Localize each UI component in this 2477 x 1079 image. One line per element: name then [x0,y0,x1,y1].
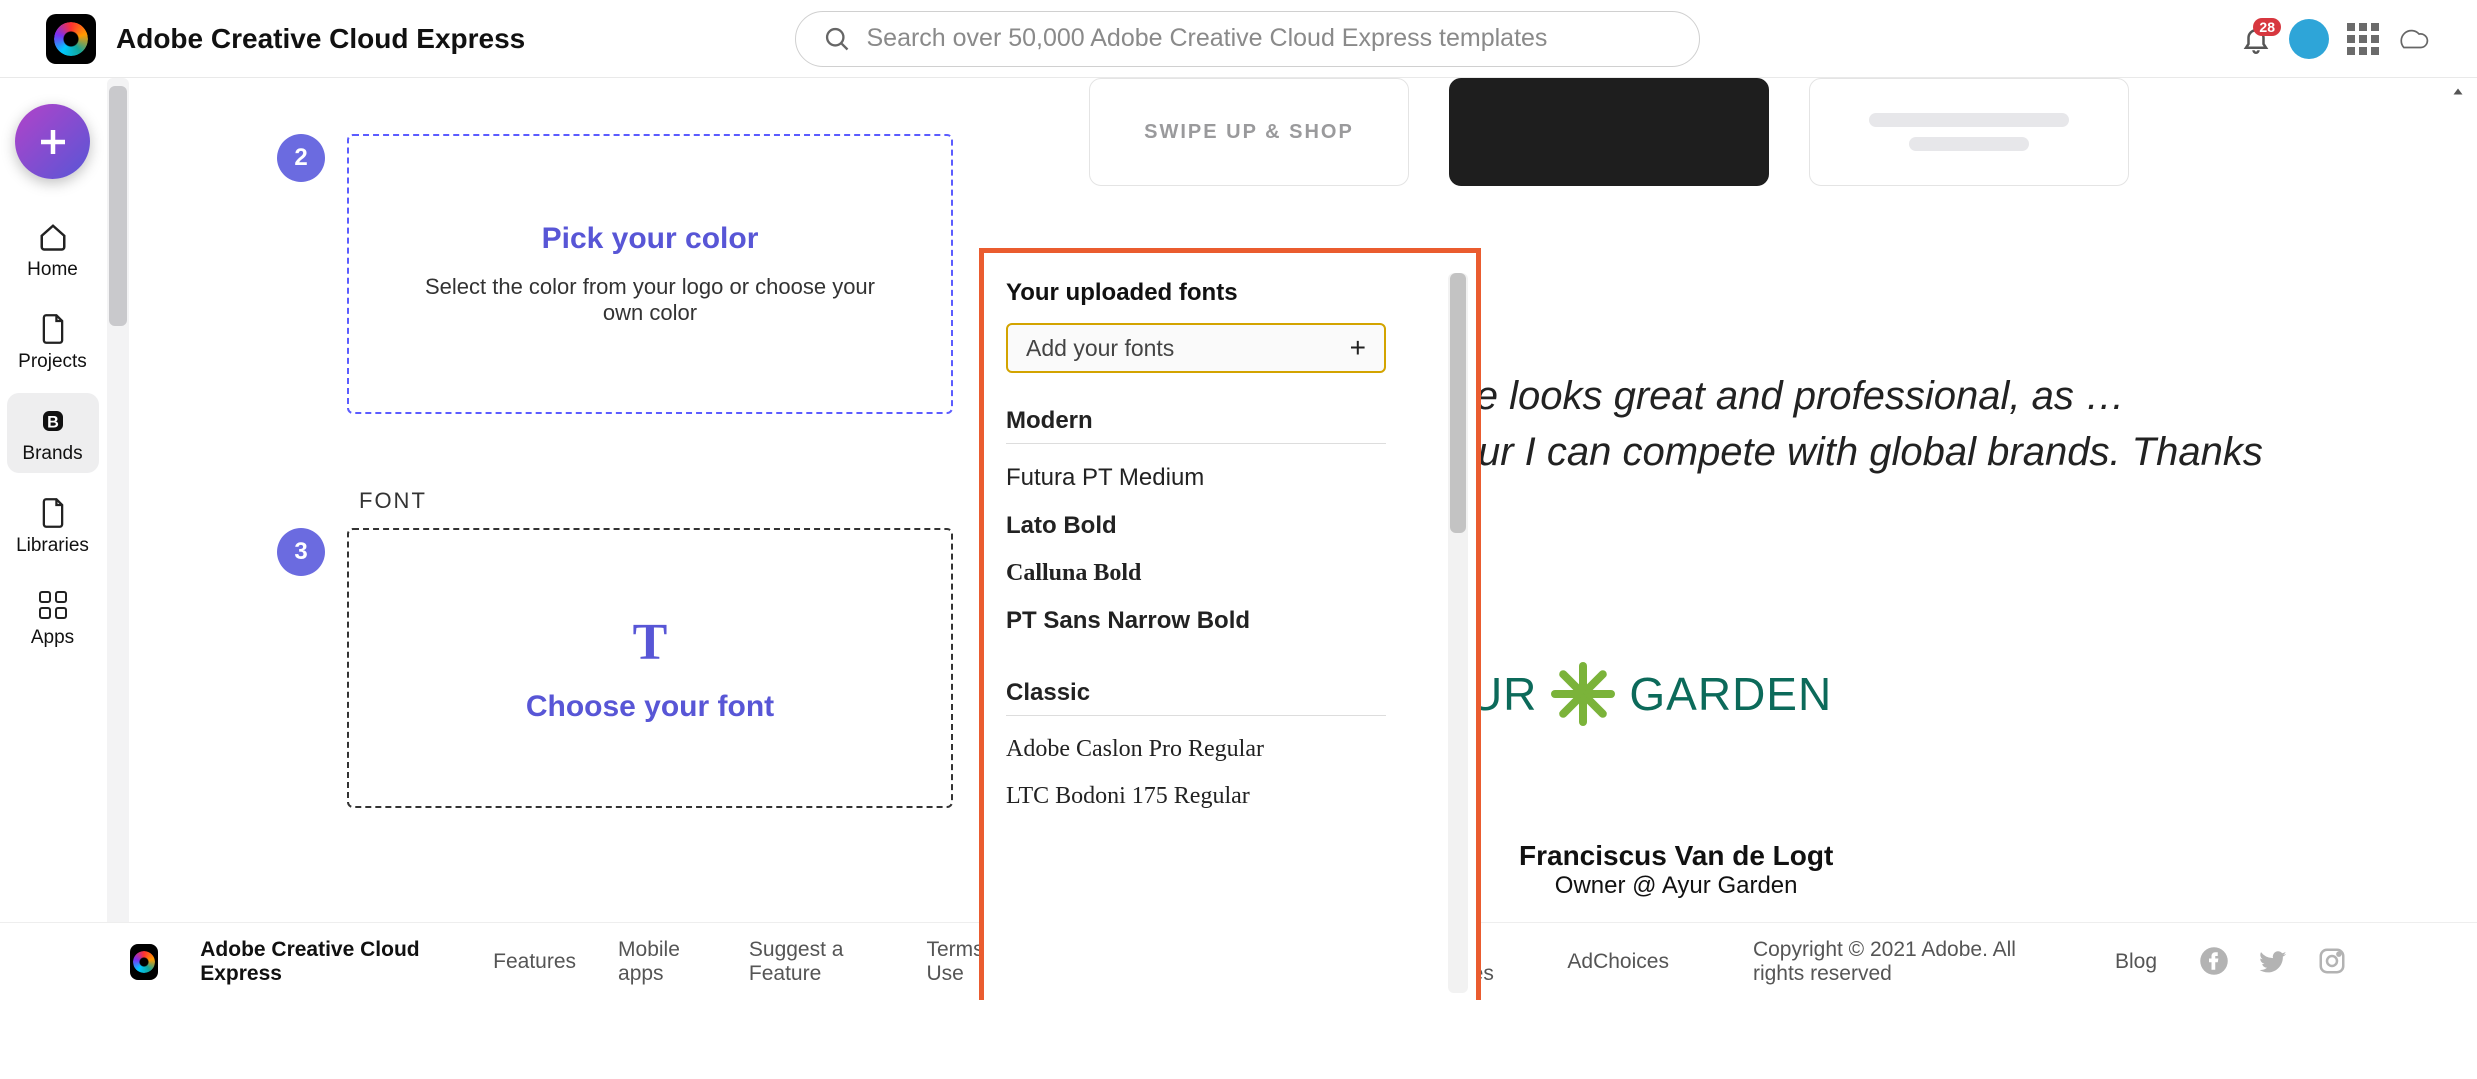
footer-copyright: Copyright © 2021 Adobe. All rights reser… [1753,938,2073,986]
search-icon [823,25,851,53]
add-your-fonts-button[interactable]: Add your fonts + [1006,323,1386,373]
main-content: SWIPE UP & SHOP 2 Pick your color Select… [129,78,2477,1000]
choose-font-tile[interactable]: T Choose your font [347,528,953,808]
footer-link[interactable]: Features [493,950,576,974]
sidebar-item-label: Home [27,259,78,281]
sidebar-item-label: Brands [22,443,82,465]
create-button[interactable] [15,104,90,179]
font-option[interactable]: Adobe Caslon Pro Regular [1006,726,1386,773]
projects-icon [37,313,69,345]
pick-color-tile[interactable]: Pick your color Select the color from yo… [347,134,953,414]
sidebar-item-label: Apps [31,627,74,649]
footer-title: Adobe Creative Cloud Express [200,938,441,986]
search-input[interactable] [795,11,1700,67]
instagram-icon[interactable] [2317,946,2347,978]
footer-link[interactable]: AdChoices [1567,950,1669,974]
sidebar-item-apps[interactable]: Apps [7,577,99,657]
sidebar: Home Projects B Brands Libraries Apps [0,78,105,1000]
sidebar-item-projects[interactable]: Projects [7,301,99,381]
sidebar-item-label: Projects [18,351,87,373]
brands-icon: B [37,405,69,437]
footer-link[interactable]: Mobile apps [618,938,707,986]
footer-link[interactable]: Suggest a Feature [749,938,885,986]
font-picker-popover: Your uploaded fonts Add your fonts + Mod… [979,248,1481,1000]
app-switcher-icon[interactable] [2347,23,2379,55]
sidebar-item-libraries[interactable]: Libraries [7,485,99,565]
font-option[interactable]: PT Sans Narrow Bold [1006,597,1386,645]
search-wrap [795,11,1700,67]
sidebar-item-brands[interactable]: B Brands [7,393,99,473]
sidebar-item-home[interactable]: Home [7,209,99,289]
libraries-icon [37,497,69,529]
template-card-dark[interactable] [1449,78,1769,186]
avatar[interactable] [2289,19,2329,59]
font-group-classic: Classic [1006,679,1386,716]
svg-text:B: B [47,413,59,431]
flower-icon [1547,658,1619,730]
twitter-icon[interactable] [2257,946,2289,978]
notification-badge: 28 [2253,18,2281,36]
sidebar-scrollbar[interactable] [107,78,129,938]
page-scrollbar[interactable] [2445,78,2471,1000]
tile-title: Pick your color [542,222,759,256]
tile-subtitle: Select the color from your logo or choos… [409,274,891,326]
apps-icon [37,589,69,621]
app-header: Adobe Creative Cloud Express 28 [0,0,2477,78]
cc-cloud-icon[interactable] [2397,22,2431,56]
font-option[interactable]: Lato Bold [1006,502,1386,550]
testimonial-role: Owner @ Ayur Garden [1519,872,1833,900]
testimonial-name: Franciscus Van de Logt [1519,840,1833,872]
plus-icon: + [1350,332,1366,364]
font-option[interactable]: LTC Bodoni 175 Regular [1006,773,1386,820]
font-group-modern: Modern [1006,407,1386,444]
facebook-icon[interactable] [2199,946,2229,978]
font-section-label: FONT [359,488,427,514]
template-card-swipe[interactable]: SWIPE UP & SHOP [1089,78,1409,186]
footer-logo[interactable] [130,944,158,980]
app-title: Adobe Creative Cloud Express [116,23,525,55]
step-number-2: 2 [277,134,325,182]
notifications-button[interactable]: 28 [2241,24,2271,54]
uploaded-fonts-heading: Your uploaded fonts [1006,279,1454,307]
sidebar-item-label: Libraries [16,535,89,557]
app-logo[interactable] [46,14,96,64]
tile-title: Choose your font [526,690,774,724]
step-number-3: 3 [277,528,325,576]
font-option[interactable]: Calluna Bold [1006,550,1386,597]
footer-link-blog[interactable]: Blog [2115,950,2157,974]
home-icon [37,221,69,253]
template-card-skeleton[interactable] [1809,78,2129,186]
font-option[interactable]: Futura PT Medium [1006,454,1386,502]
popover-scrollbar[interactable] [1448,273,1468,993]
font-t-icon: T [633,613,668,672]
